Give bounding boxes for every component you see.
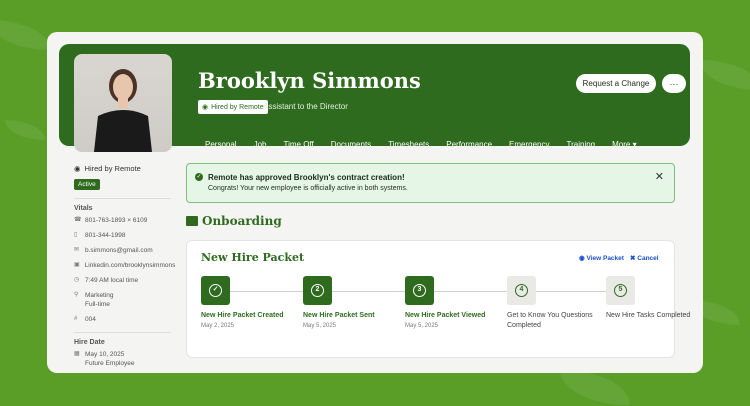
tab-time-off[interactable]: Time Off xyxy=(283,140,313,149)
tab-more[interactable]: More ▾ xyxy=(612,140,636,149)
step-1-indicator: ✓ xyxy=(201,276,230,305)
vital-mobile[interactable]: ▯ 801-344-1998 xyxy=(74,231,171,240)
step-5: 5 New Hire Tasks Completed xyxy=(606,276,696,321)
step-2-date: May 5, 2025 xyxy=(303,323,337,329)
tab-training[interactable]: Training xyxy=(567,140,596,149)
step-3-number: 3 xyxy=(413,284,426,297)
background-leaf xyxy=(700,60,750,90)
tab-personal[interactable]: Personal xyxy=(205,140,237,149)
calendar-icon: ▦ xyxy=(74,351,80,357)
new-hire-packet-card: New Hire Packet ◉ View Packet ✖ Cancel ✓… xyxy=(186,240,690,358)
step-1: ✓ New Hire Packet Created May 2, 2025 xyxy=(201,276,291,329)
onboarding-title: Onboarding xyxy=(202,214,282,228)
vital-text: 004 xyxy=(85,316,96,323)
vital-department: ⚲ Marketing Full-time xyxy=(74,291,171,309)
step-5-indicator: 5 xyxy=(606,276,635,305)
avatar xyxy=(74,54,172,152)
vital-phone[interactable]: ☎ 801-763-1893 × 6109 xyxy=(74,216,171,225)
mobile-icon: ▯ xyxy=(74,232,78,238)
vital-text: 801-763-1893 × 6109 xyxy=(85,217,148,224)
vital-text: 801-344-1998 xyxy=(85,232,126,239)
tab-emergency[interactable]: Emergency xyxy=(509,140,549,149)
vital-local-time: ◷ 7:49 AM local time xyxy=(74,276,171,285)
avatar-photo xyxy=(94,69,152,152)
step-2: 2 New Hire Packet Sent May 5, 2025 xyxy=(303,276,393,329)
divider xyxy=(74,332,171,333)
hired-by-text: Hired by Remote xyxy=(84,164,141,173)
globe-icon: ◉ xyxy=(74,164,81,173)
employment-type: Full-time xyxy=(85,301,110,308)
clock-icon: ◷ xyxy=(74,277,80,283)
view-packet-label: View Packet xyxy=(586,255,624,262)
tab-performance[interactable]: Performance xyxy=(446,140,492,149)
hired-by-badge: ◉ Hired by Remote xyxy=(198,100,268,114)
hire-date-value: May 10, 2025 xyxy=(85,351,125,358)
step-2-label: New Hire Packet Sent xyxy=(303,312,375,319)
step-4-number: 4 xyxy=(515,284,528,297)
close-icon[interactable]: ✕ xyxy=(655,170,664,183)
employee-sidebar: ◉ Hired by Remote Active Vitals ☎ 801-763… xyxy=(74,164,175,373)
more-options-button[interactable]: ··· xyxy=(662,74,686,93)
cancel-label: Cancel xyxy=(637,255,659,262)
check-icon: ✓ xyxy=(209,284,222,297)
view-packet-link[interactable]: ◉ View Packet xyxy=(579,254,624,262)
tab-timesheets[interactable]: Timesheets xyxy=(388,140,429,149)
tag-icon: ⚲ xyxy=(74,292,79,298)
success-alert: ✓ Remote has approved Brooklyn's contrac… xyxy=(186,163,675,203)
hired-by-label: Hired by Remote xyxy=(211,103,264,111)
background-leaf xyxy=(5,120,45,140)
step-4: 4 Get to Know You Questions Completed xyxy=(507,276,597,331)
vital-text: b.simmons@gmail.com xyxy=(85,247,153,254)
step-4-indicator: 4 xyxy=(507,276,536,305)
step-3-label: New Hire Packet Viewed xyxy=(405,312,486,319)
hire-date: ▦ May 10, 2025 Future Employee xyxy=(74,350,171,368)
id-card-icon xyxy=(186,216,198,226)
tab-job[interactable]: Job xyxy=(254,140,267,149)
hire-note: Future Employee xyxy=(85,360,135,367)
packet-title: New Hire Packet xyxy=(201,251,305,264)
profile-tabs: Personal Job Time Off Documents Timeshee… xyxy=(205,140,654,149)
vital-linkedin[interactable]: ▣ Linkedin.com/brooklynsimmons xyxy=(74,261,175,270)
hire-date-text: May 10, 2025 Future Employee xyxy=(85,350,135,368)
check-circle-icon: ✓ xyxy=(195,173,203,181)
request-change-button[interactable]: Request a Change xyxy=(576,74,656,93)
vital-employee-id: #004 xyxy=(74,315,171,324)
step-5-label: New Hire Tasks Completed xyxy=(606,312,691,319)
step-2-indicator: 2 xyxy=(303,276,332,305)
step-1-label: New Hire Packet Created xyxy=(201,312,284,319)
step-2-number: 2 xyxy=(311,284,324,297)
step-1-date: May 2, 2025 xyxy=(201,323,235,329)
vital-text: Marketing Full-time xyxy=(85,291,114,309)
alert-title: Remote has approved Brooklyn's contract … xyxy=(208,173,405,182)
vital-text: 7:49 AM local time xyxy=(85,277,139,284)
email-icon: ✉ xyxy=(74,247,80,253)
tab-documents[interactable]: Documents xyxy=(331,140,371,149)
profile-card: Brooklyn Simmons ◉ Hired by Remote Assis… xyxy=(47,32,703,373)
globe-icon: ◉ xyxy=(202,104,209,111)
sidebar-hired-by: ◉ Hired by Remote xyxy=(74,164,171,173)
alert-text: Congrats! Your new employee is officiall… xyxy=(208,185,408,192)
phone-icon: ☎ xyxy=(74,217,82,223)
vital-text: Linkedin.com/brooklynsimmons xyxy=(84,262,176,269)
cancel-link[interactable]: ✖ Cancel xyxy=(630,254,659,262)
vital-email[interactable]: ✉ b.simmons@gmail.com xyxy=(74,246,171,255)
vitals-heading: Vitals xyxy=(74,205,93,212)
job-title: Assistant to the Director xyxy=(263,102,348,111)
background-leaf xyxy=(0,20,50,50)
step-5-number: 5 xyxy=(614,284,627,297)
employee-name: Brooklyn Simmons xyxy=(198,68,421,93)
background-leaf xyxy=(560,370,630,405)
step-3-indicator: 3 xyxy=(405,276,434,305)
step-3: 3 New Hire Packet Viewed May 5, 2025 xyxy=(405,276,495,329)
hire-date-heading: Hire Date xyxy=(74,339,105,346)
status-badge: Active xyxy=(74,179,100,190)
divider xyxy=(74,198,171,199)
step-4-label: Get to Know You Questions Completed xyxy=(507,312,593,329)
hash-icon: # xyxy=(74,316,78,322)
department: Marketing xyxy=(85,292,114,299)
step-3-date: May 5, 2025 xyxy=(405,323,439,329)
linkedin-icon: ▣ xyxy=(74,262,80,268)
